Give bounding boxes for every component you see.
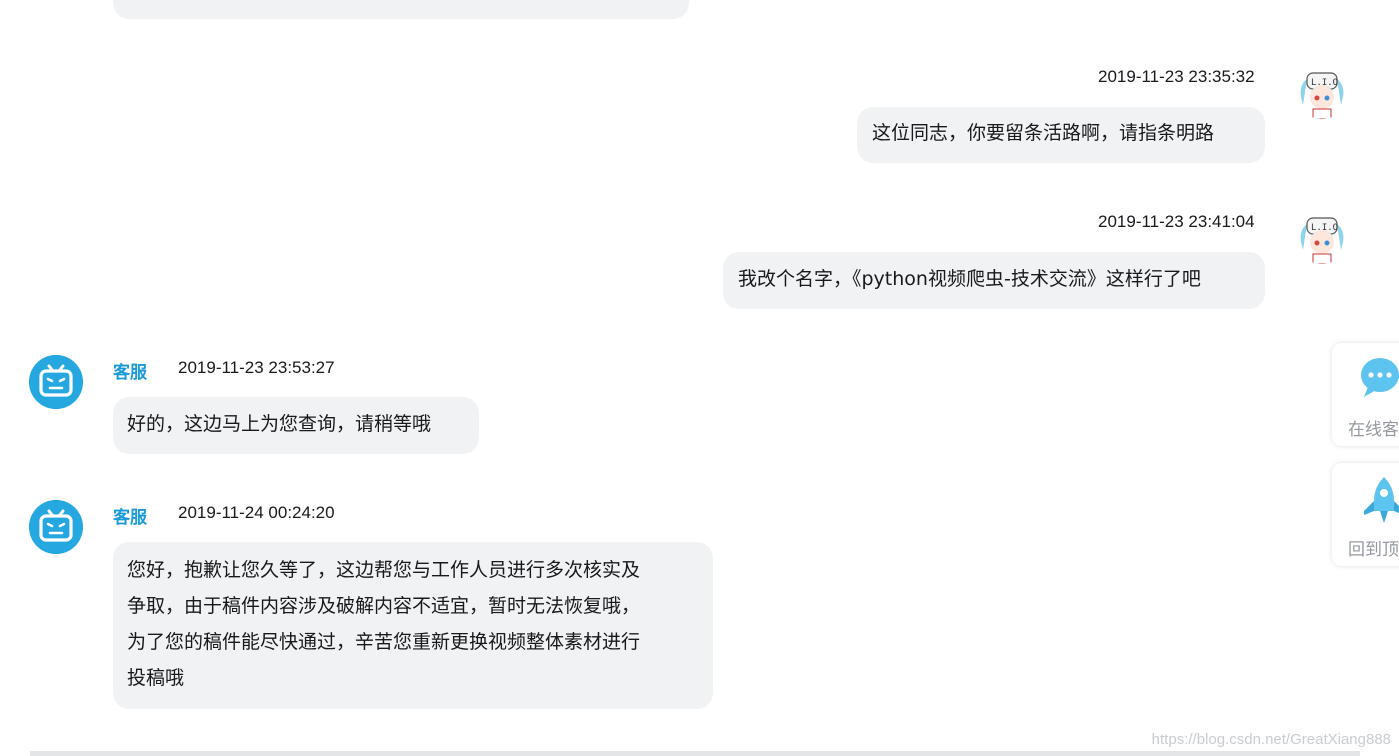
message-text: 这位同志，你要留条活路啊，请指条明路 xyxy=(872,122,1215,144)
chat-bubble-icon xyxy=(1360,355,1399,399)
message-bubble: 我改个名字，《python视频爬虫-技术交流》这样行了吧 xyxy=(723,252,1265,309)
message-text-line: 您好，抱歉让您久等了，这边帮您与工作人员进行多次核实及 xyxy=(127,559,641,581)
message-timestamp: 2019-11-23 23:41:04 xyxy=(1098,212,1255,231)
message-timestamp: 2019-11-23 23:35:32 xyxy=(1098,67,1255,86)
user-avatar-icon[interactable]: L.I.O xyxy=(1295,210,1349,264)
back-to-top-button[interactable]: 回到顶 xyxy=(1332,463,1399,566)
chat-page: 2019-11-23 23:35:32 L.I.O 这位同志，你要留条活路啊，请… xyxy=(0,0,1399,756)
message-bubble: 您好，抱歉让您久等了，这边帮您与工作人员进行多次核实及 争取，由于稿件内容涉及破… xyxy=(113,542,713,709)
message-timestamp: 2019-11-23 23:53:27 xyxy=(178,358,335,377)
rocket-icon xyxy=(1360,475,1399,525)
message-timestamp: 2019-11-24 00:24:20 xyxy=(178,503,335,522)
bilibili-tv-icon[interactable] xyxy=(29,355,83,409)
message-bubble: 这位同志，你要留条活路啊，请指条明路 xyxy=(857,107,1265,163)
watermark: https://blog.csdn.net/GreatXiang888 xyxy=(1151,731,1391,748)
message-text-line: 为了您的稿件能尽快通过，辛苦您重新更换视频整体素材进行 xyxy=(127,631,641,653)
online-service-label: 在线客 xyxy=(1348,420,1399,440)
back-to-top-label: 回到顶 xyxy=(1348,540,1399,560)
message-text: 我改个名字，《python视频爬虫-技术交流》这样行了吧 xyxy=(738,268,1201,290)
online-service-button[interactable]: 在线客 xyxy=(1332,343,1399,446)
sender-name: 客服 xyxy=(113,508,147,528)
sender-name: 客服 xyxy=(113,363,147,383)
divider xyxy=(30,751,1360,756)
previous-message-bubble xyxy=(113,0,689,19)
message-text-line: 投稿哦 xyxy=(127,667,185,689)
message-text-line: 争取，由于稿件内容涉及破解内容不适宜，暂时无法恢复哦， xyxy=(127,595,641,617)
user-avatar-icon[interactable]: L.I.O xyxy=(1295,65,1349,119)
bilibili-tv-icon[interactable] xyxy=(29,500,83,554)
message-text: 好的，这边马上为您查询，请稍等哦 xyxy=(127,413,432,435)
message-bubble: 好的，这边马上为您查询，请稍等哦 xyxy=(113,397,479,454)
